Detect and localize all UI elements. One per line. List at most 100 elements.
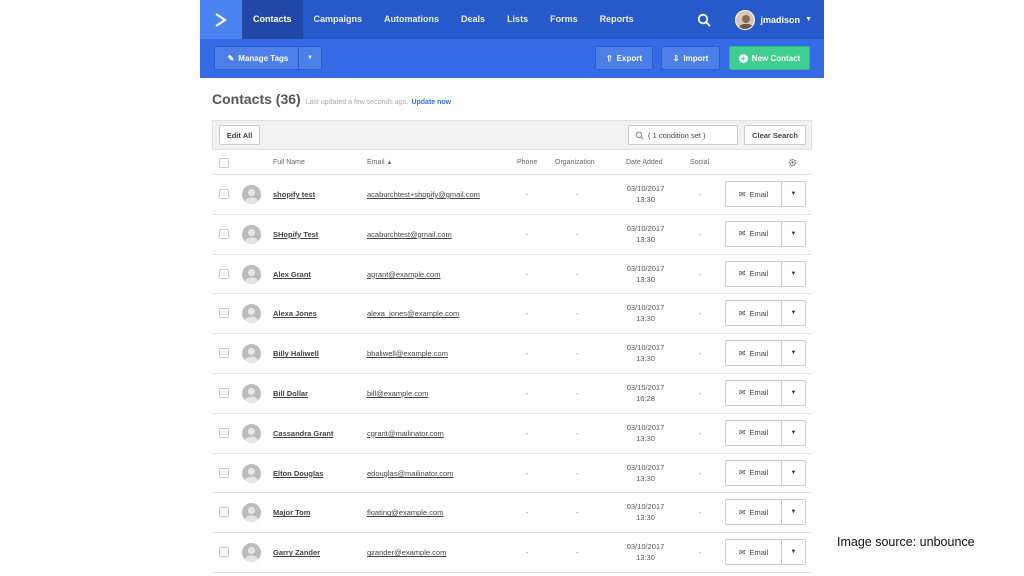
username-label[interactable]: jmadison bbox=[761, 15, 801, 25]
email-contact-button[interactable]: ✉ Email bbox=[725, 379, 782, 406]
email-contact-button[interactable]: ✉ Email bbox=[725, 459, 782, 486]
contact-email-link[interactable]: gzander@example.com bbox=[367, 533, 446, 572]
edit-all-button[interactable]: Edit All bbox=[219, 125, 260, 145]
chevron-down-icon: ▼ bbox=[790, 429, 797, 436]
email-contact-button[interactable]: ✉ Email bbox=[725, 340, 782, 367]
column-phone[interactable]: Phone bbox=[517, 150, 537, 175]
row-checkbox[interactable] bbox=[219, 348, 229, 359]
contact-phone: - bbox=[526, 548, 529, 558]
contact-name-link[interactable]: Bill Dollar bbox=[273, 374, 308, 413]
clear-search-button[interactable]: Clear Search bbox=[744, 125, 806, 145]
nav-item-contacts[interactable]: Contacts bbox=[242, 0, 303, 39]
contact-name-link[interactable]: Alexa Jones bbox=[273, 294, 317, 333]
table-row[interactable]: Alexa Jones alexa_jones@example.com - - … bbox=[212, 294, 812, 335]
contact-email-link[interactable]: acaburchtest@gmail.com bbox=[367, 215, 452, 254]
contact-email-link[interactable]: cgrant@mailinator.com bbox=[367, 414, 444, 453]
row-checkbox[interactable] bbox=[219, 507, 229, 518]
contact-name-link[interactable]: Alex Grant bbox=[273, 255, 311, 294]
contact-name-link[interactable]: Elton Douglas bbox=[273, 454, 323, 493]
nav-item-campaigns[interactable]: Campaigns bbox=[303, 0, 374, 39]
column-full-name[interactable]: Full Name bbox=[273, 150, 305, 175]
user-avatar[interactable] bbox=[734, 9, 755, 30]
contact-date-added: 03/10/2017 13:30 bbox=[618, 462, 673, 484]
table-row[interactable]: Garry Zander gzander@example.com - - 03/… bbox=[212, 533, 812, 573]
row-checkbox[interactable] bbox=[219, 228, 229, 239]
logo-icon[interactable] bbox=[200, 0, 242, 39]
row-checkbox[interactable] bbox=[219, 268, 229, 279]
row-actions-dropdown[interactable]: ▼ bbox=[781, 220, 806, 247]
nav-item-automations[interactable]: Automations bbox=[373, 0, 450, 39]
nav-item-lists[interactable]: Lists bbox=[496, 0, 539, 39]
update-now-link[interactable]: Update now bbox=[411, 99, 451, 106]
row-checkbox[interactable] bbox=[219, 308, 229, 319]
row-checkbox[interactable] bbox=[219, 547, 229, 558]
email-contact-button[interactable]: ✉ Email bbox=[725, 419, 782, 446]
row-actions-dropdown[interactable]: ▼ bbox=[781, 539, 806, 566]
contact-email-link[interactable]: agrant@example.com bbox=[367, 255, 440, 294]
search-icon[interactable] bbox=[697, 13, 711, 27]
table-row[interactable]: Cassandra Grant cgrant@mailinator.com - … bbox=[212, 414, 812, 454]
contact-phone: - bbox=[526, 309, 529, 319]
nav-item-forms[interactable]: Forms bbox=[539, 0, 589, 39]
email-contact-button[interactable]: ✉ Email bbox=[725, 499, 782, 526]
table-row[interactable]: Major Tom floating@example.com - - 03/10… bbox=[212, 493, 812, 534]
email-contact-button[interactable]: ✉ Email bbox=[725, 539, 782, 566]
table-row[interactable]: Alex Grant agrant@example.com - - 03/10/… bbox=[212, 255, 812, 295]
contact-phone: - bbox=[526, 388, 529, 398]
row-checkbox[interactable] bbox=[219, 427, 229, 438]
contact-email-link[interactable]: bhaliwell@example.com bbox=[367, 334, 448, 373]
row-actions-dropdown[interactable]: ▼ bbox=[781, 260, 806, 287]
email-contact-button[interactable]: ✉ Email bbox=[725, 220, 782, 247]
contact-email-link[interactable]: bill@example.com bbox=[367, 374, 428, 413]
contact-phone: - bbox=[526, 349, 529, 359]
email-contact-button[interactable]: ✉ Email bbox=[725, 300, 782, 327]
row-actions-dropdown[interactable]: ▼ bbox=[781, 379, 806, 406]
select-all-checkbox[interactable] bbox=[219, 158, 229, 168]
row-actions-dropdown[interactable]: ▼ bbox=[781, 499, 806, 526]
table-row[interactable]: SHopify Test acaburchtest@gmail.com - - … bbox=[212, 215, 812, 255]
row-actions-dropdown[interactable]: ▼ bbox=[781, 300, 806, 327]
row-actions-dropdown[interactable]: ▼ bbox=[781, 181, 806, 207]
manage-tags-button[interactable]: ✎ Manage Tags bbox=[214, 46, 302, 70]
row-actions-dropdown[interactable]: ▼ bbox=[781, 459, 806, 486]
chevron-down-icon[interactable]: ▼ bbox=[805, 16, 812, 23]
contact-name-link[interactable]: Billy Haliwell bbox=[273, 334, 319, 373]
email-contact-button[interactable]: ✉ Email bbox=[725, 181, 782, 207]
manage-tags-dropdown[interactable]: ▼ bbox=[298, 46, 322, 70]
contact-email-link[interactable]: acaburchtest+shopify@gmail.com bbox=[367, 175, 480, 214]
email-contact-button[interactable]: ✉ Email bbox=[725, 260, 782, 287]
row-checkbox[interactable] bbox=[219, 467, 229, 478]
nav-item-deals[interactable]: Deals bbox=[450, 0, 496, 39]
export-button[interactable]: ⇧ Export bbox=[595, 46, 653, 70]
contact-social: - bbox=[699, 428, 702, 438]
row-actions-dropdown[interactable]: ▼ bbox=[781, 340, 806, 367]
table-row[interactable]: Bill Dollar bill@example.com - - 03/15/2… bbox=[212, 374, 812, 414]
condition-text: ( 1 condition set ) bbox=[648, 130, 706, 140]
column-date-added[interactable]: Date Added bbox=[626, 150, 663, 175]
table-row[interactable]: Elton Douglas edouglas@mailinator.com - … bbox=[212, 454, 812, 494]
contact-name-link[interactable]: Garry Zander bbox=[273, 533, 320, 572]
contact-name-link[interactable]: Major Tom bbox=[273, 493, 310, 532]
gear-icon[interactable] bbox=[788, 150, 797, 175]
new-contact-button[interactable]: + New Contact bbox=[729, 46, 810, 70]
contact-name-link[interactable]: Cassandra Grant bbox=[273, 414, 333, 453]
contact-email-link[interactable]: edouglas@mailinator.com bbox=[367, 454, 453, 493]
column-organization[interactable]: Organization bbox=[555, 150, 595, 175]
contact-email-link[interactable]: floating@example.com bbox=[367, 493, 443, 532]
contact-date-added: 03/10/2017 13:30 bbox=[618, 422, 673, 444]
table-row[interactable]: shopify test acaburchtest+shopify@gmail.… bbox=[212, 175, 812, 215]
row-checkbox[interactable] bbox=[219, 387, 229, 398]
contact-name-link[interactable]: SHopify Test bbox=[273, 215, 318, 254]
nav-item-reports[interactable]: Reports bbox=[589, 0, 645, 39]
download-icon: ⇩ bbox=[672, 53, 680, 63]
table-row[interactable]: Billy Haliwell bhaliwell@example.com - -… bbox=[212, 334, 812, 374]
import-button[interactable]: ⇩ Import bbox=[661, 46, 720, 70]
row-checkbox[interactable] bbox=[219, 189, 229, 199]
column-email[interactable]: Email ▲ bbox=[367, 150, 392, 175]
condition-search-input[interactable]: ( 1 condition set ) bbox=[628, 125, 738, 145]
contact-email-link[interactable]: alexa_jones@example.com bbox=[367, 294, 459, 333]
contact-social: - bbox=[699, 349, 702, 359]
column-social[interactable]: Social bbox=[690, 150, 709, 175]
contact-name-link[interactable]: shopify test bbox=[273, 175, 315, 214]
row-actions-dropdown[interactable]: ▼ bbox=[781, 419, 806, 446]
